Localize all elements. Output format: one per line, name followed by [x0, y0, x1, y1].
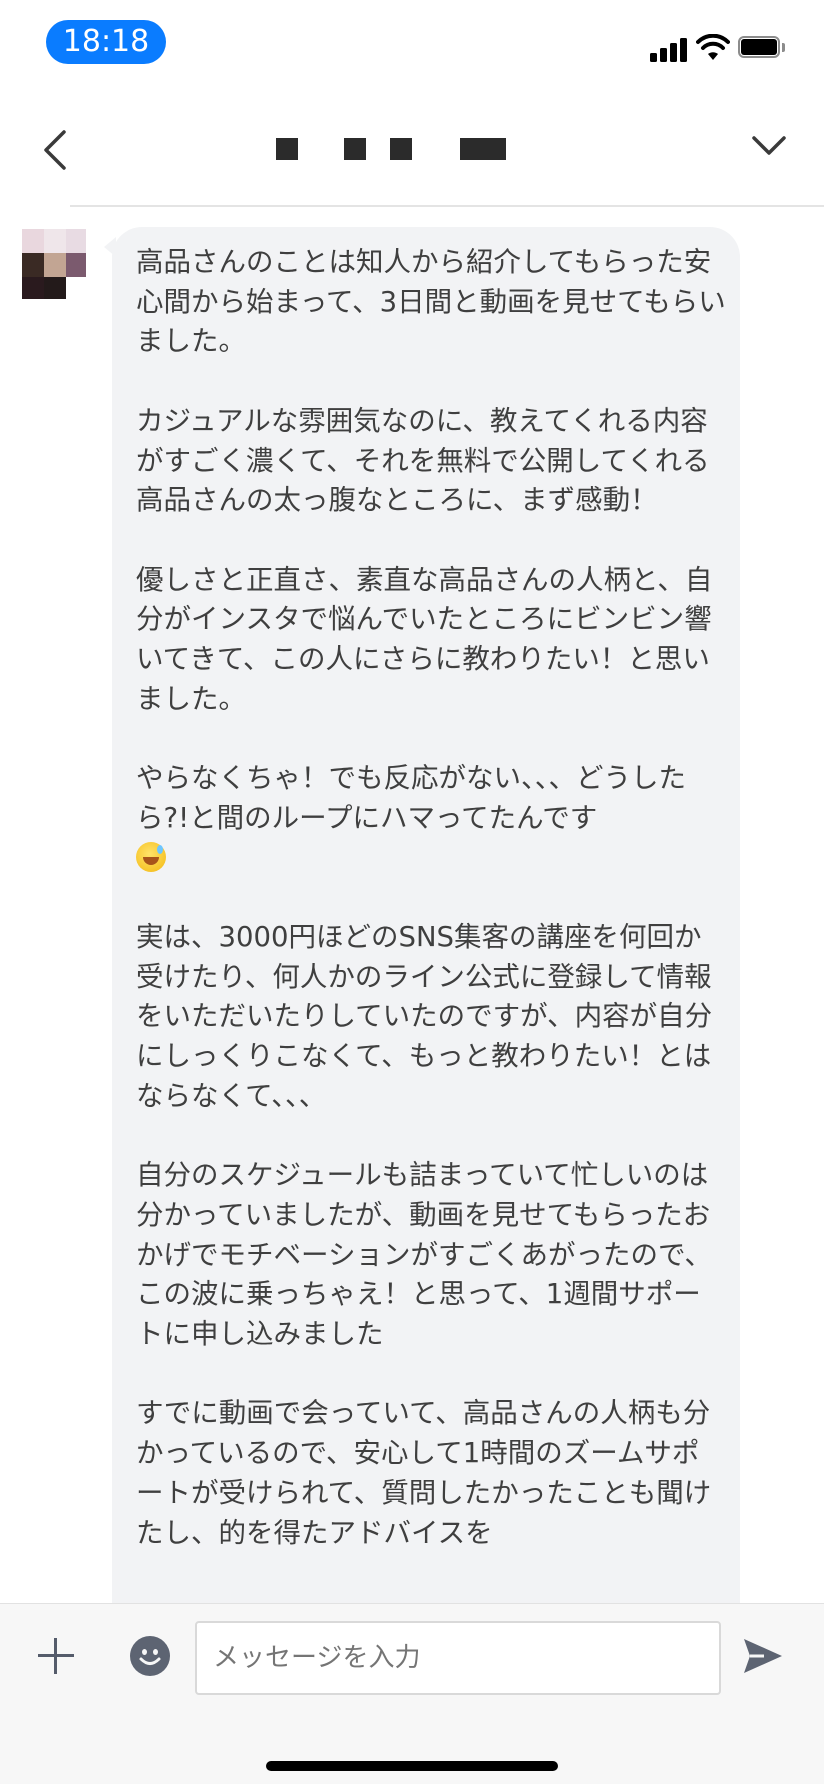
smiley-icon[interactable] — [130, 1636, 170, 1676]
back-button[interactable] — [36, 124, 76, 176]
wifi-icon — [696, 34, 730, 60]
message-text: 高品さんのことは知人から紹介してもらった安心間から始まって、3日間と動画を見せて… — [136, 243, 726, 1553]
plus-icon[interactable] — [34, 1634, 78, 1678]
battery-icon — [738, 36, 786, 60]
grinning-sweat-emoji-icon — [136, 841, 166, 872]
chat-header — [0, 96, 824, 206]
message-paragraph: すでに動画で会っていて、高品さんの人柄も分かっているので、安心して1時間のズーム… — [136, 1397, 712, 1549]
message-paragraph: 実は、3000円ほどのSNS集客の講座を何回か受けたり、何人かのライン公式に登録… — [136, 920, 713, 1112]
home-indicator — [266, 1761, 558, 1771]
chat-area[interactable]: 高品さんのことは知人から紹介してもらった安心間から始まって、3日間と動画を見せて… — [0, 207, 824, 1603]
input-bar — [0, 1603, 824, 1784]
avatar[interactable] — [22, 229, 86, 299]
message-paragraph: 自分のスケジュールも詰まっていて忙しいのは分かっていましたが、動画を見せてもらっ… — [136, 1159, 712, 1350]
message-paragraph: 高品さんのことは知人から紹介してもらった安心間から始まって、3日間と動画を見せて… — [136, 246, 726, 358]
message-paragraph: 優しさと正直さ、素直な高品さんの人柄と、自分がインスタで悩んでいたところにビンビ… — [136, 563, 713, 715]
status-time[interactable]: 18:18 — [46, 20, 166, 64]
status-bar: 18:18 — [0, 0, 824, 88]
message-input[interactable] — [195, 1621, 721, 1695]
cellular-signal-icon — [650, 36, 688, 62]
send-icon[interactable] — [742, 1636, 784, 1676]
chevron-down-icon[interactable] — [748, 126, 790, 166]
message-paragraph: やらなくちゃ！でも反応がない、、、どうしたら?!と間のループにハマってたんです — [136, 762, 686, 834]
message-paragraph: カジュアルな雰囲気なのに、教えてくれる内容がすごく濃くて、それを無料で公開してく… — [136, 404, 710, 517]
